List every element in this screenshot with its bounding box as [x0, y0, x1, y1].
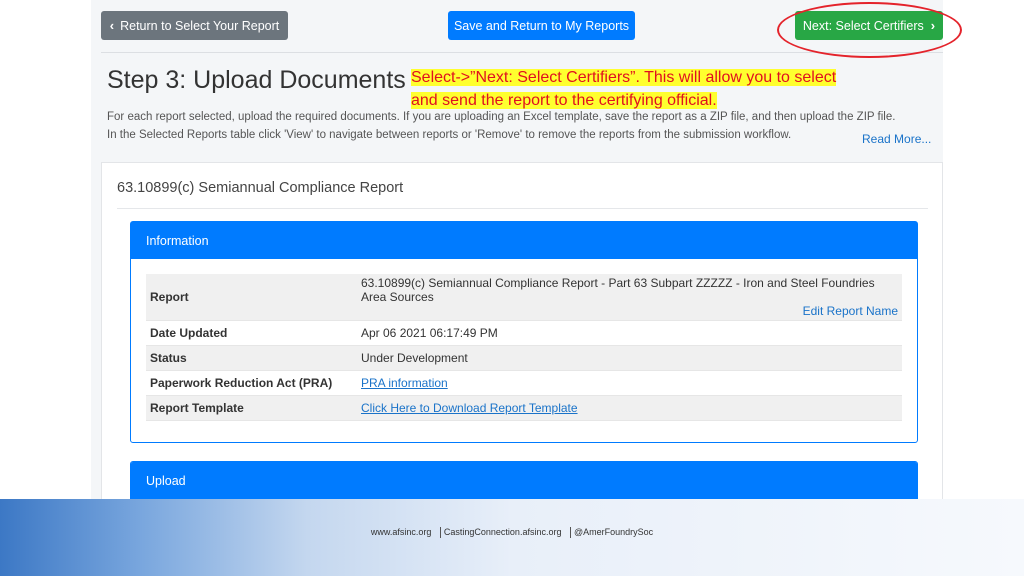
footer-social-handle: @AmerFoundrySoc — [573, 527, 654, 537]
page-title: Step 3: Upload Documents — [107, 66, 406, 94]
annotation-circle — [777, 2, 962, 58]
information-table: Report 63.10899(c) Semiannual Compliance… — [146, 274, 902, 421]
description-line-2: In the Selected Reports table click 'Vie… — [107, 129, 792, 141]
save-button-label: Save and Return to My Reports — [453, 18, 630, 33]
information-panel: Information Report 63.10899(c) Semiannua… — [130, 221, 918, 443]
instruction-callout: Select->”Next: Select Certifiers”. This … — [411, 66, 889, 112]
table-row: Report 63.10899(c) Semiannual Compliance… — [146, 274, 902, 320]
report-title: 63.10899(c) Semiannual Compliance Report — [117, 180, 404, 196]
footer: www.afsinc.org CastingConnection.afsinc.… — [0, 527, 1024, 539]
callout-line-1: Select->”Next: Select Certifiers”. This … — [411, 69, 837, 86]
report-full-name: 63.10899(c) Semiannual Compliance Report… — [361, 275, 875, 304]
footer-separator — [439, 527, 441, 539]
row-label-report: Report — [150, 289, 189, 304]
row-value-report: 63.10899(c) Semiannual Compliance Report… — [357, 274, 902, 320]
report-divider — [117, 208, 928, 209]
footer-site-link[interactable]: www.afsinc.org — [371, 527, 432, 537]
pra-information-link[interactable]: PRA information — [361, 376, 448, 390]
save-and-return-button[interactable]: Save and Return to My Reports — [448, 11, 635, 40]
row-value-date-updated: Apr 06 2021 06:17:49 PM — [361, 325, 498, 340]
table-row: Date Updated Apr 06 2021 06:17:49 PM — [146, 320, 902, 345]
information-header: Information — [131, 222, 917, 259]
return-button-label: Return to Select Your Report — [120, 18, 280, 33]
table-row: Paperwork Reduction Act (PRA) PRA inform… — [146, 370, 902, 395]
chevron-left-icon: ‹ — [109, 18, 115, 33]
row-label-pra: Paperwork Reduction Act (PRA) — [150, 375, 333, 390]
row-value-report-template: Click Here to Download Report Template — [357, 395, 902, 420]
footer-separator — [569, 527, 571, 539]
edit-report-name-link[interactable]: Edit Report Name — [361, 304, 898, 318]
row-value-status: Under Development — [361, 350, 468, 365]
row-label-report-template: Report Template — [150, 400, 244, 415]
upload-header: Upload — [131, 462, 917, 499]
table-row: Status Under Development — [146, 345, 902, 370]
return-to-select-report-button[interactable]: ‹ Return to Select Your Report — [101, 11, 288, 40]
callout-line-2: and send the report to the certifying of… — [411, 92, 717, 109]
row-value-pra: PRA information — [357, 370, 902, 395]
download-report-template-link[interactable]: Click Here to Download Report Template — [361, 401, 578, 415]
page-description: For each report selected, upload the req… — [107, 108, 937, 144]
read-more-link[interactable]: Read More... — [862, 132, 931, 146]
row-label-date-updated: Date Updated — [150, 325, 228, 340]
table-row: Report Template Click Here to Download R… — [146, 395, 902, 420]
row-label-status: Status — [150, 350, 187, 365]
app-screenshot: ‹ Return to Select Your Report Save and … — [91, 0, 943, 518]
footer-casting-link[interactable]: CastingConnection.afsinc.org — [444, 527, 562, 537]
report-card: 63.10899(c) Semiannual Compliance Report… — [101, 162, 943, 518]
